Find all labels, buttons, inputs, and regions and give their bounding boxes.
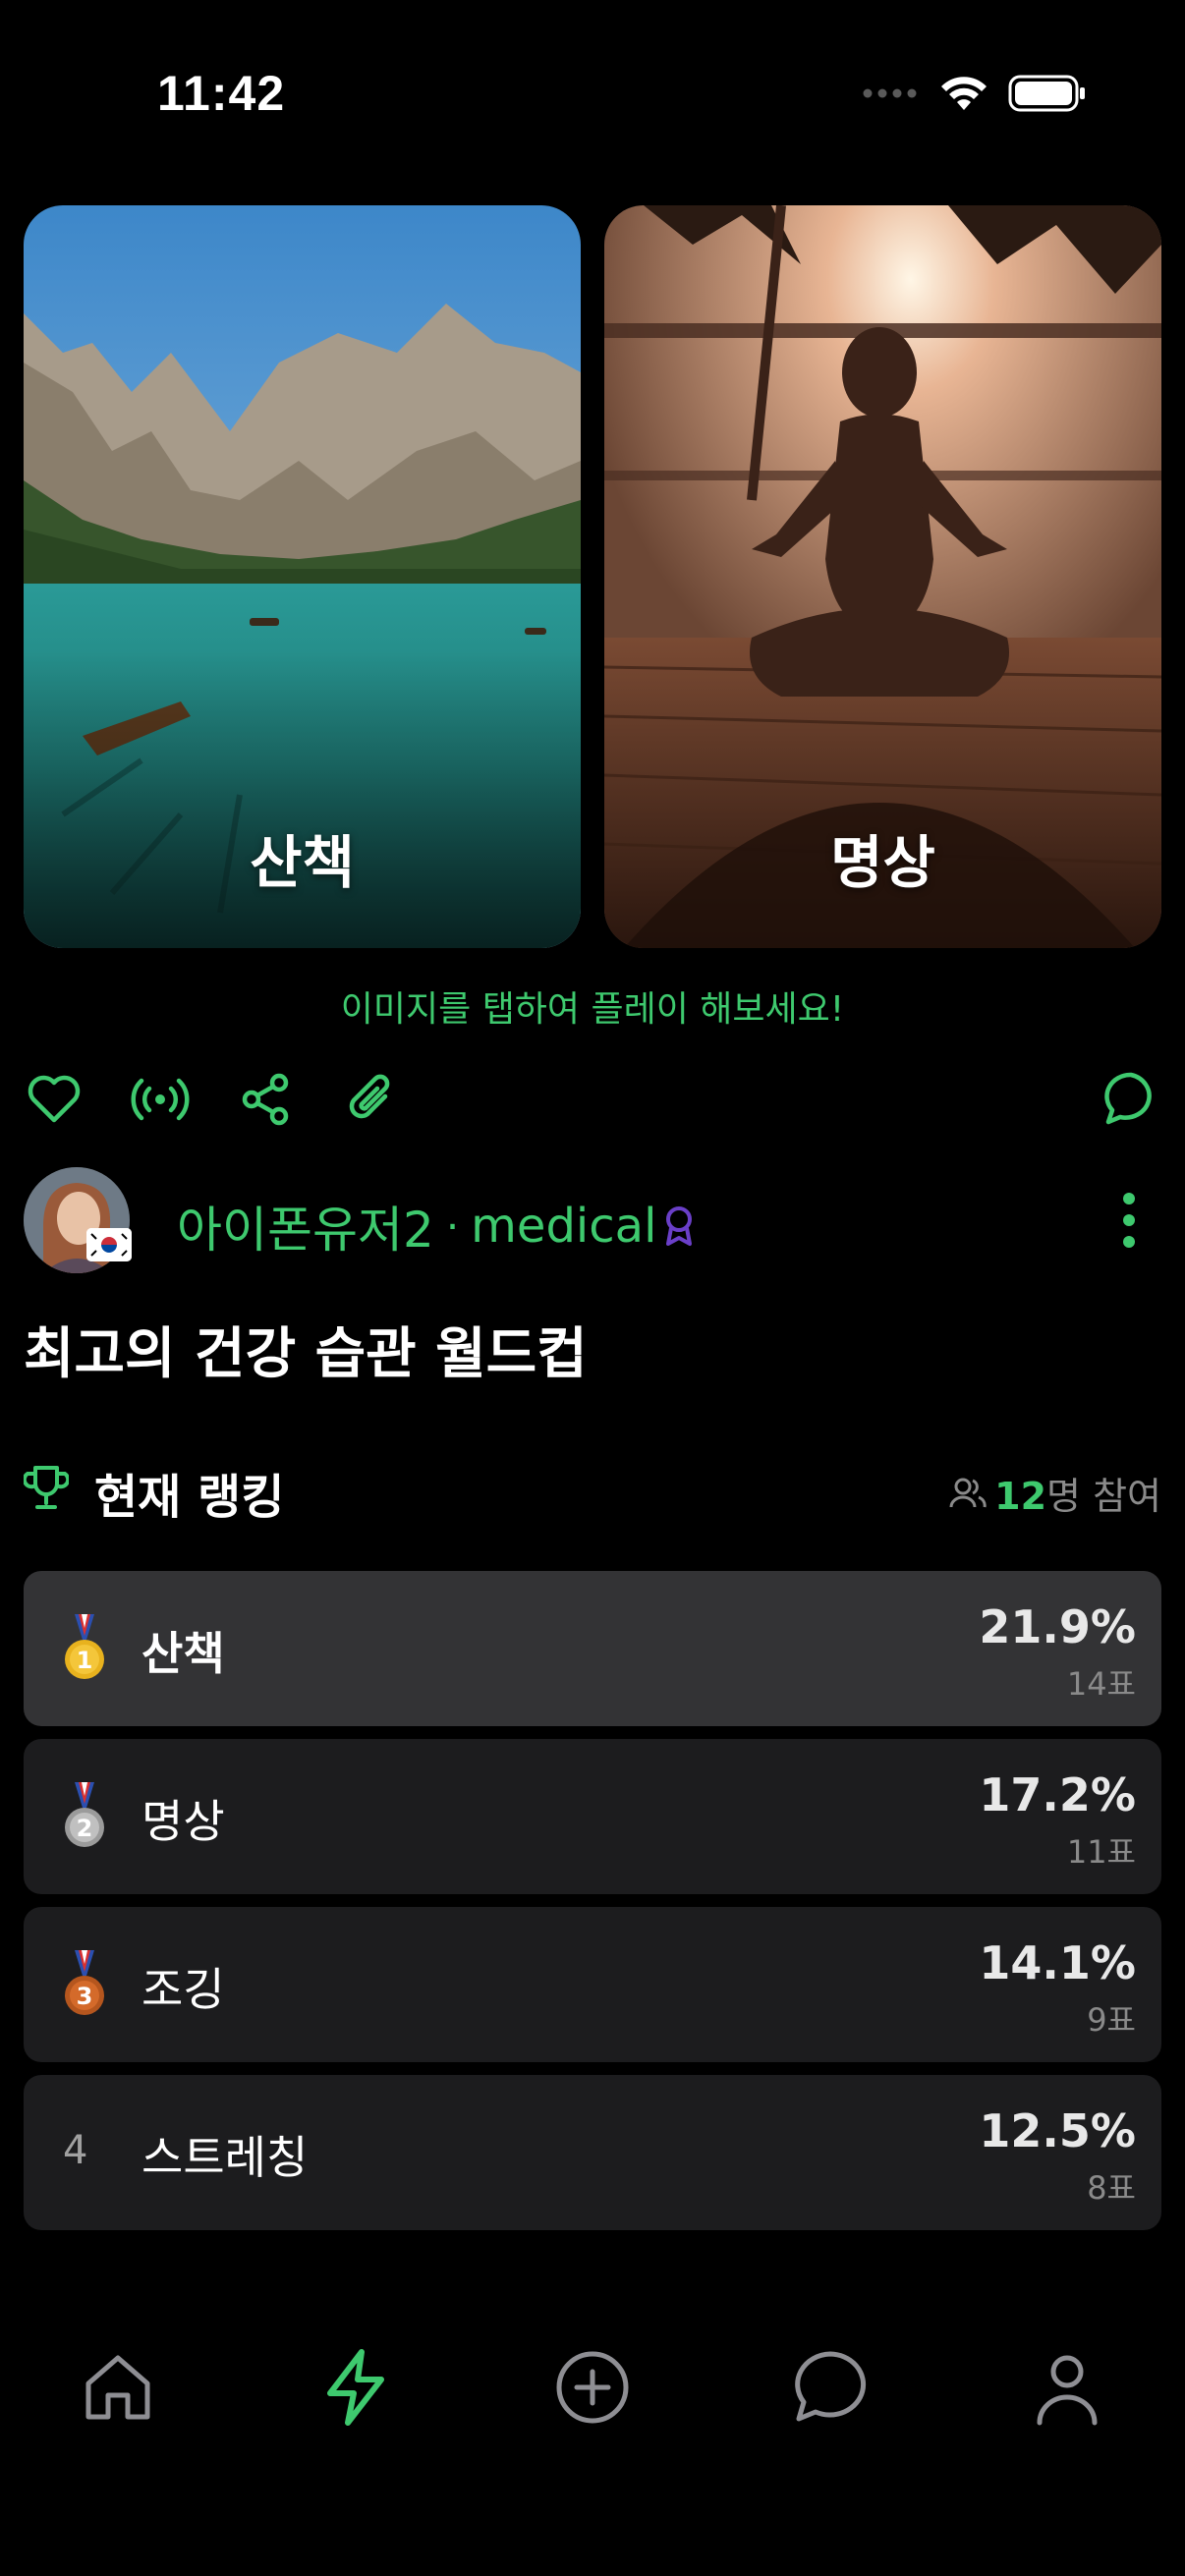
author-line: 아이폰유저2 · medical	[177, 1191, 696, 1261]
ranking-item-percent: 12.5%	[979, 2104, 1136, 2157]
chat-icon[interactable]	[789, 2346, 872, 2429]
wifi-icon	[941, 77, 987, 110]
ranking-item[interactable]: 1 산책 21.9% 14표	[24, 1571, 1161, 1726]
tab-bar	[0, 2319, 1185, 2456]
worldcup-cards: 산책 명상	[24, 205, 1161, 948]
participants-number: 12	[994, 1475, 1047, 1518]
ranking-item-percent: 14.1%	[979, 1936, 1136, 1989]
action-row	[24, 1069, 1161, 1138]
status-icons	[863, 75, 1087, 112]
card-meditation[interactable]: 명상	[604, 205, 1161, 948]
author-category: medical	[471, 1199, 657, 1254]
ranking-item-name: 스트레칭	[141, 2131, 309, 2184]
share-icon[interactable]	[236, 1069, 297, 1130]
ranking-title: 현재 랭킹	[94, 1470, 285, 1525]
author-row: 아이폰유저2 · medical	[24, 1167, 1161, 1275]
card-walk[interactable]: 산책	[24, 205, 581, 948]
participants-suffix: 명 참여	[1046, 1475, 1161, 1518]
korea-flag-icon	[86, 1228, 132, 1261]
ranking-item-votes: 14표	[1066, 1665, 1136, 1703]
ranking-item[interactable]: 2 명상 17.2% 11표	[24, 1739, 1161, 1894]
ranking-item[interactable]: 4 스트레칭 12.5% 8표	[24, 2075, 1161, 2230]
card-label: 산책	[250, 829, 355, 896]
silver-medal-icon: 2	[65, 1782, 104, 1847]
ranking-item-percent: 17.2%	[979, 1768, 1136, 1821]
svg-text:2: 2	[77, 1815, 93, 1842]
comment-icon[interactable]	[1100, 1069, 1161, 1130]
heart-icon[interactable]	[24, 1069, 85, 1130]
award-badge-icon	[666, 1206, 693, 1246]
ranking-list: 1 산책 21.9% 14표 2 명상 17.2% 11표 3 조깅 14.1%…	[24, 1571, 1161, 2243]
ranking-item-votes: 9표	[1087, 2001, 1136, 2039]
svg-text:1: 1	[77, 1647, 93, 1674]
ranking-header: 현재 랭킹 12명 참여	[24, 1456, 1161, 1525]
person-icon[interactable]	[1026, 2346, 1108, 2429]
post-title: 최고의 건강 습관 월드컵	[24, 1322, 588, 1386]
trophy-icon	[24, 1466, 69, 1509]
status-time: 11:42	[157, 66, 286, 121]
card-label: 명상	[830, 829, 935, 896]
ranking-item[interactable]: 3 조깅 14.1% 9표	[24, 1907, 1161, 2062]
broadcast-icon[interactable]	[130, 1069, 191, 1130]
ranking-item-rank: 4	[63, 2128, 88, 2173]
paperclip-icon[interactable]	[342, 1069, 403, 1130]
users-icon	[949, 1478, 987, 1507]
ranking-item-votes: 8표	[1087, 2169, 1136, 2207]
ranking-item-name: 명상	[141, 1795, 225, 1848]
home-icon[interactable]	[77, 2346, 159, 2429]
gold-medal-icon: 1	[65, 1614, 104, 1679]
play-hint: 이미지를 탭하여 플레이 해보세요!	[340, 989, 845, 1030]
plus-circle-icon[interactable]	[551, 2346, 634, 2429]
separator: ·	[445, 1202, 460, 1251]
more-options-icon[interactable]	[1114, 1191, 1144, 1250]
ranking-item-name: 조깅	[141, 1963, 225, 2016]
ranking-item-name: 산책	[141, 1627, 225, 1680]
status-bar: 11:42	[0, 0, 1185, 196]
signal-dots-icon	[863, 88, 917, 98]
svg-text:3: 3	[77, 1983, 93, 2010]
ranking-item-votes: 11표	[1066, 1833, 1136, 1871]
battery-icon	[1008, 75, 1085, 112]
lightning-icon[interactable]	[314, 2346, 397, 2429]
author-name[interactable]: 아이폰유저2	[177, 1191, 434, 1261]
bronze-medal-icon: 3	[65, 1950, 104, 2015]
participants-count: 12명 참여	[949, 1466, 1161, 1520]
ranking-item-percent: 21.9%	[979, 1600, 1136, 1653]
